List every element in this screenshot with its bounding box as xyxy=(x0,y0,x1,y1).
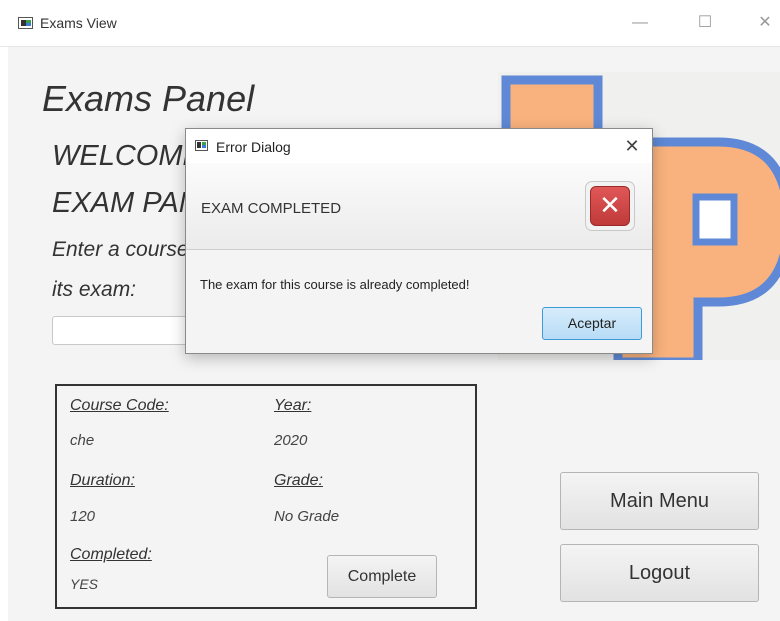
completed-value: YES xyxy=(70,576,99,592)
close-icon[interactable]: ✕ xyxy=(750,10,780,36)
maximize-icon[interactable]: ☐ xyxy=(690,10,720,36)
dialog-app-icon xyxy=(195,140,208,151)
duration-label: Duration: xyxy=(70,472,135,489)
logout-button[interactable]: Logout xyxy=(560,544,759,602)
dialog-message: The exam for this course is already comp… xyxy=(200,277,470,292)
window-title: Exams View xyxy=(40,15,117,31)
error-x-glyph: ✕ xyxy=(590,186,630,226)
window-titlebar: Exams View — ☐ ✕ xyxy=(0,0,780,47)
grade-value: No Grade xyxy=(274,508,340,525)
year-label: Year: xyxy=(274,397,312,414)
accept-button[interactable]: Aceptar xyxy=(542,307,642,340)
app-icon xyxy=(18,17,33,29)
dialog-titlebar: Error Dialog ✕ xyxy=(186,129,652,163)
page-title: Exams Panel xyxy=(42,78,255,119)
grade-label: Grade: xyxy=(274,472,323,489)
error-dialog: Error Dialog ✕ EXAM COMPLETED ✕ The exam… xyxy=(185,128,653,354)
dialog-close-icon[interactable]: ✕ xyxy=(618,133,646,159)
dialog-header-text: EXAM COMPLETED xyxy=(201,200,342,217)
complete-button[interactable]: Complete xyxy=(327,555,437,598)
dialog-title: Error Dialog xyxy=(216,139,291,155)
error-x-icon: ✕ xyxy=(585,181,635,231)
year-value: 2020 xyxy=(274,432,308,449)
completed-label: Completed: xyxy=(70,546,152,563)
main-menu-button[interactable]: Main Menu xyxy=(560,472,759,530)
minimize-icon[interactable]: — xyxy=(625,10,655,36)
course-code-label: Course Code: xyxy=(70,397,169,414)
duration-value: 120 xyxy=(70,508,96,525)
course-code-value: che xyxy=(70,432,95,449)
instruction-line2: its exam: xyxy=(52,278,137,301)
